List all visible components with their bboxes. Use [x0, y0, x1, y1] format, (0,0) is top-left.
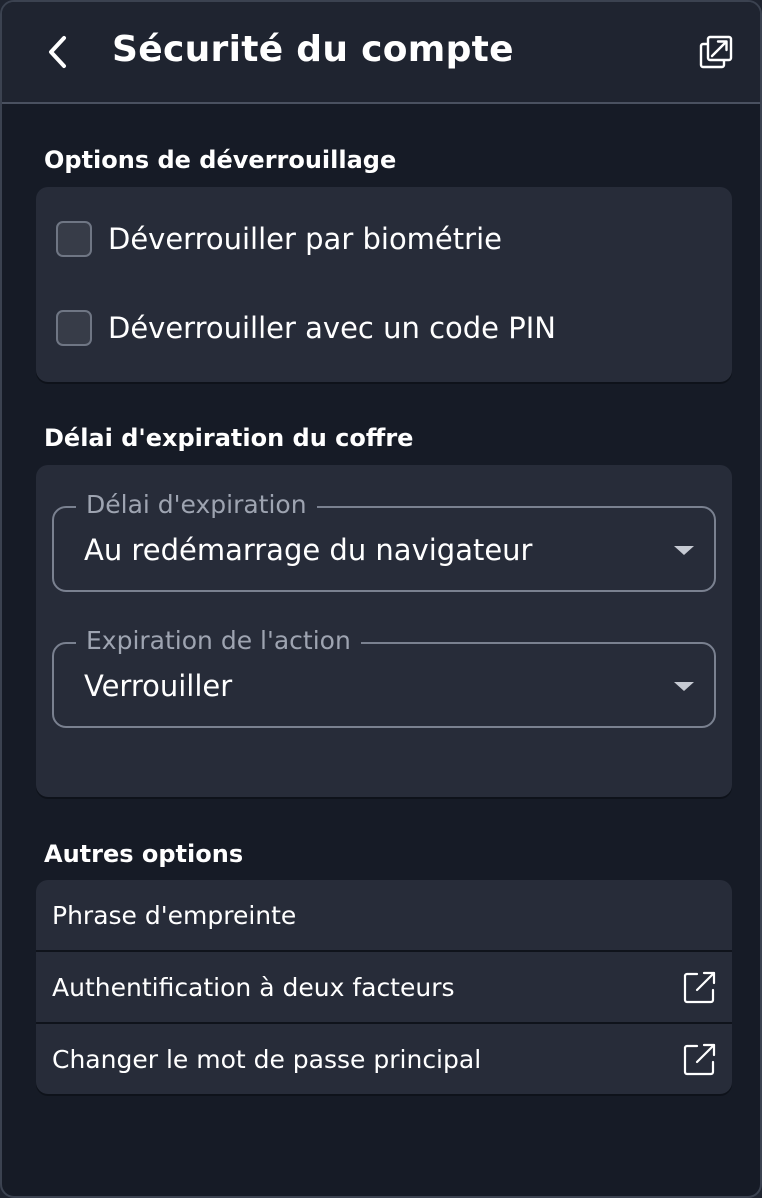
back-button[interactable]	[36, 30, 80, 74]
pin-unlock-option[interactable]: Déverrouiller avec un code PIN	[56, 308, 556, 348]
page-title: Sécurité du compte	[112, 29, 514, 70]
list-item-label: Authentification à deux facteurs	[52, 972, 455, 1002]
list-item-label: Changer le mot de passe principal	[52, 1044, 482, 1074]
list-item-label: Phrase d'empreinte	[52, 900, 297, 930]
external-link-icon	[683, 971, 716, 1004]
caret-down-icon	[674, 682, 694, 691]
popout-window-icon	[699, 35, 733, 69]
popout-button[interactable]	[694, 30, 738, 74]
timeout-select-label: Délai d'expiration	[76, 488, 317, 522]
pin-unlock-label: Déverrouiller avec un code PIN	[108, 311, 556, 345]
section-title-other-options: Autres options	[44, 840, 244, 868]
list-item-two-step-login[interactable]: Authentification à deux facteurs	[36, 950, 732, 1022]
section-title-unlock-options: Options de déverrouillage	[44, 146, 397, 174]
list-item-fingerprint-phrase[interactable]: Phrase d'empreinte	[36, 880, 732, 950]
external-link-icon	[683, 1043, 716, 1076]
timeout-select-value: Au redémarrage du navigateur	[84, 533, 533, 567]
biometric-unlock-option[interactable]: Déverrouiller par biométrie	[56, 219, 502, 259]
timeout-action-select[interactable]: Expiration de l'action Verrouiller	[52, 624, 716, 728]
chevron-left-icon	[49, 36, 66, 68]
biometric-unlock-checkbox[interactable]	[56, 221, 92, 257]
pin-unlock-checkbox[interactable]	[56, 310, 92, 346]
account-security-page: Sécurité du compte Options de déverrouil…	[0, 0, 762, 1198]
vault-timeout-card: Délai d'expiration Au redémarrage du nav…	[36, 465, 732, 797]
unlock-options-card: Déverrouiller par biométrie Déverrouille…	[36, 187, 732, 382]
caret-down-icon	[674, 546, 694, 555]
timeout-select[interactable]: Délai d'expiration Au redémarrage du nav…	[52, 488, 716, 592]
biometric-unlock-label: Déverrouiller par biométrie	[108, 222, 502, 256]
section-title-vault-timeout: Délai d'expiration du coffre	[44, 424, 414, 452]
other-options-card: Phrase d'empreinte Authentification à de…	[36, 880, 732, 1094]
timeout-action-select-value: Verrouiller	[84, 669, 233, 703]
header-bar: Sécurité du compte	[2, 2, 760, 104]
list-item-change-master-password[interactable]: Changer le mot de passe principal	[36, 1022, 732, 1094]
timeout-action-select-label: Expiration de l'action	[76, 624, 361, 658]
